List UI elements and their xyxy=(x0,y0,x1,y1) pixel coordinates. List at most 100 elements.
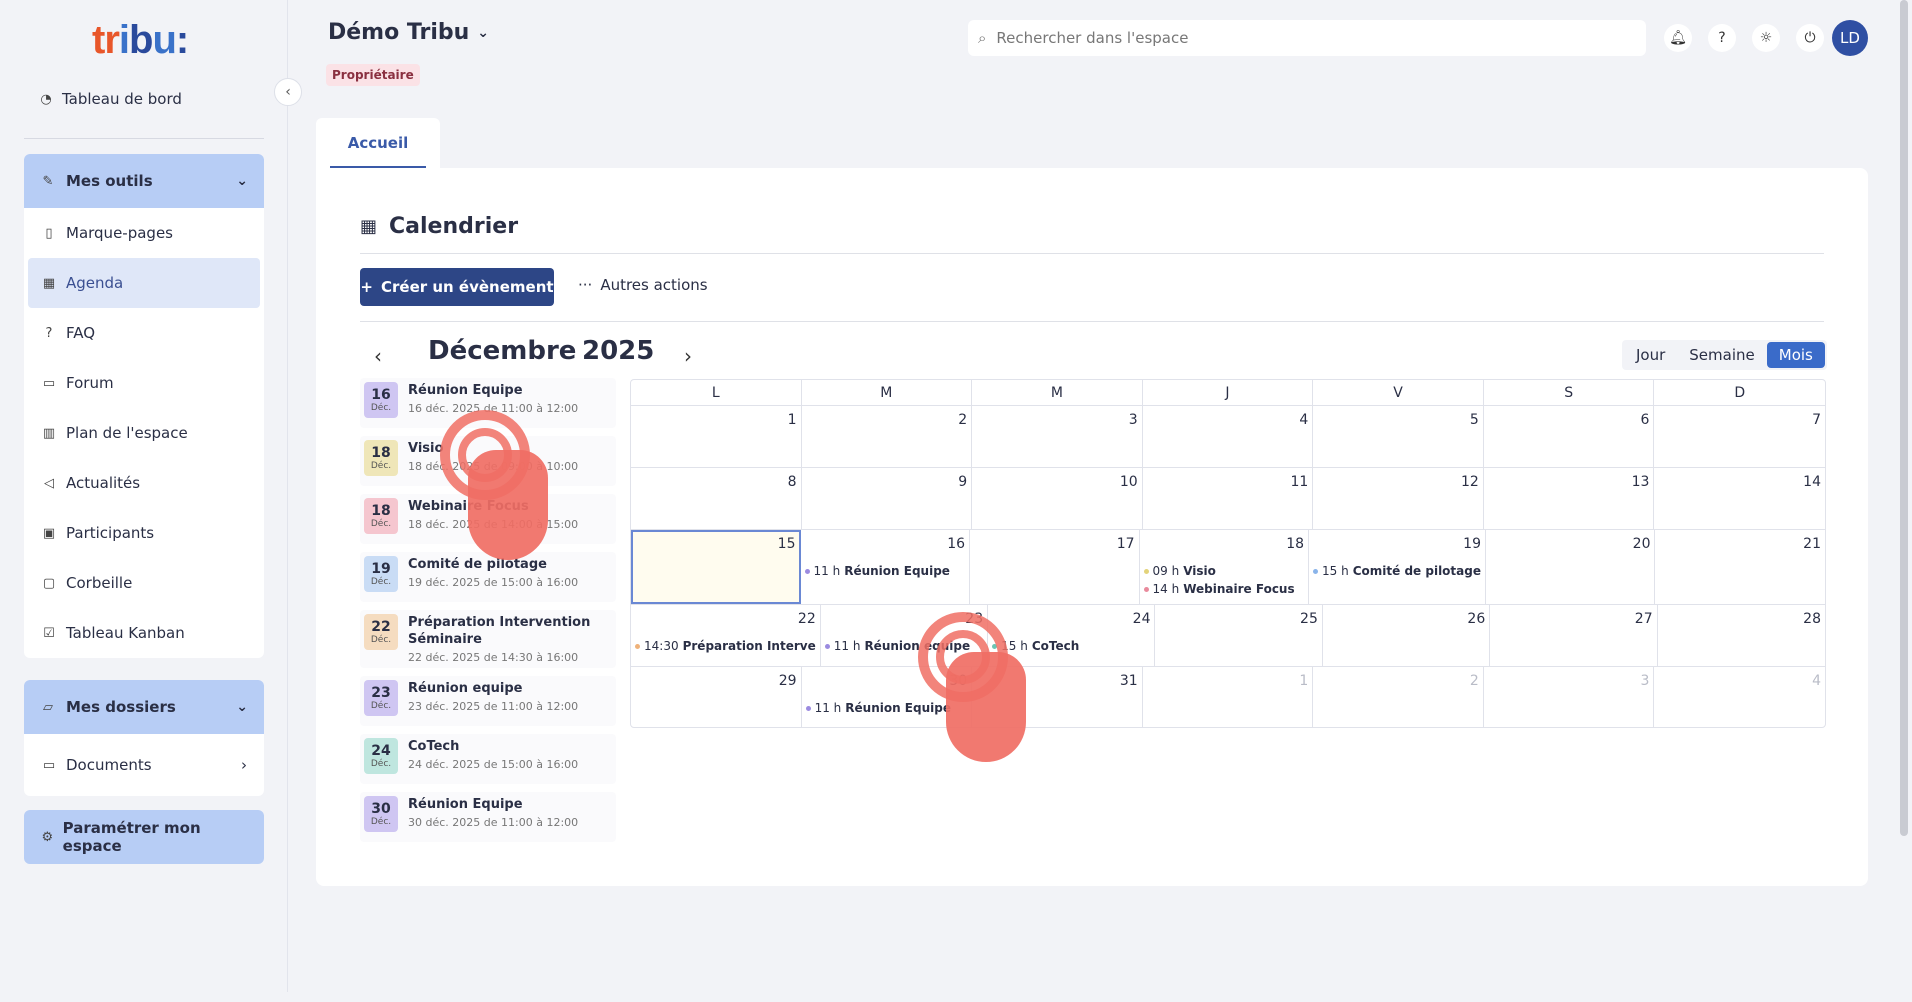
event-title: Préparation Intervention Séminaire xyxy=(408,615,591,647)
bell-icon[interactable]: 🔔︎ xyxy=(1664,24,1692,52)
day-cell[interactable]: 2 xyxy=(802,406,973,467)
day-cell[interactable]: 13 xyxy=(1484,468,1655,529)
theme-icon[interactable]: ☼ xyxy=(1752,24,1780,52)
tribu-logo[interactable]: tribu: xyxy=(92,18,189,63)
day-cell[interactable]: 11 xyxy=(1143,468,1314,529)
day-cell[interactable]: 2 xyxy=(1313,667,1484,727)
event-list-item[interactable]: 18 Déc. Webinaire Focus 18 déc. 2025 de 14:… xyxy=(360,494,616,544)
power-icon[interactable]: ⏻ xyxy=(1796,24,1824,52)
view-month-button[interactable]: Mois xyxy=(1766,342,1825,368)
day-cell[interactable]: 5 xyxy=(1313,406,1484,467)
day-cell[interactable]: 8 xyxy=(631,468,802,529)
other-actions-button[interactable]: ··· Autres actions xyxy=(578,276,708,294)
search-input[interactable]: ⌕ Rechercher dans l'espace xyxy=(968,20,1646,56)
month-label: Décembre xyxy=(428,336,577,366)
sidebar-item-faq[interactable]: ? FAQ xyxy=(24,308,264,358)
sidebar-item-map[interactable]: ▥ Plan de l'espace xyxy=(24,408,264,458)
divider xyxy=(360,321,1824,322)
tools-header[interactable]: ✎ Mes outils ⌄ xyxy=(24,154,264,208)
calendar-icon: ▦ xyxy=(42,275,56,291)
view-week-button[interactable]: Semaine xyxy=(1677,342,1766,368)
calendar-event[interactable]: 14:30 Préparation Interve xyxy=(635,639,816,653)
day-cell[interactable]: 27 xyxy=(1490,605,1658,666)
day-cell[interactable]: 25 xyxy=(1155,605,1323,666)
sidebar-item-documents[interactable]: ▭ Documents › xyxy=(24,734,264,796)
day-cell[interactable]: 22 14:30 Préparation Interve xyxy=(631,605,821,666)
day-cell[interactable]: 12 xyxy=(1313,468,1484,529)
sidebar-item-forum[interactable]: ▭ Forum xyxy=(24,358,264,408)
day-cell[interactable]: 4 xyxy=(1654,667,1825,727)
calendar-event[interactable]: 14 h Webinaire Focus xyxy=(1143,582,1305,596)
day-number: 1 xyxy=(787,412,797,428)
day-cell[interactable]: 3 xyxy=(972,406,1143,467)
event-list-item[interactable]: 16 Déc. Réunion Equipe 16 déc. 2025 de 11:0… xyxy=(360,378,616,428)
day-cell[interactable]: 15 xyxy=(631,530,801,604)
tab-accueil[interactable]: Accueil xyxy=(316,118,440,168)
event-list-item[interactable]: 18 Déc. Visio 18 déc. 2025 de 09:00 à 10:00 xyxy=(360,436,616,486)
sidebar-item-participants[interactable]: ▣ Participants xyxy=(24,508,264,558)
event-dot xyxy=(1313,568,1319,574)
space-title[interactable]: Démo Tribu ⌄ xyxy=(328,20,489,45)
day-cell[interactable]: 6 xyxy=(1484,406,1655,467)
help-icon[interactable]: ? xyxy=(1708,24,1736,52)
sidebar-item-bookmarks[interactable]: ▯ Marque-pages xyxy=(24,208,264,258)
day-cell[interactable]: 29 xyxy=(631,667,802,727)
day-cell[interactable]: 10 xyxy=(972,468,1143,529)
calendar-event[interactable]: 09 h Visio xyxy=(1143,564,1305,578)
day-number: 14 xyxy=(1803,474,1821,490)
sidebar-item-trash[interactable]: ▢ Corbeille xyxy=(24,558,264,608)
event-list-item[interactable]: 23 Déc. Réunion equipe 23 déc. 2025 de 11:0… xyxy=(360,676,616,726)
day-cell[interactable]: 1 xyxy=(631,406,802,467)
calendar-event[interactable]: 11 h Réunion Equipe xyxy=(804,564,966,578)
folders-header[interactable]: ▱ Mes dossiers ⌄ xyxy=(24,680,264,734)
day-cell[interactable]: 18 09 h Visio 14 h Webinaire Focus xyxy=(1140,530,1310,604)
day-cell[interactable]: 24 15 h CoTech xyxy=(988,605,1156,666)
week-row: 22 14:30 Préparation Interve 23 11 h Réunion … xyxy=(631,605,1825,667)
view-day-button[interactable]: Jour xyxy=(1624,342,1677,368)
checkbox-icon: ☑ xyxy=(43,625,55,641)
day-cell[interactable]: 30 11 h Réunion Equipe xyxy=(802,667,973,727)
collapse-sidebar-button[interactable]: ‹ xyxy=(274,78,302,106)
event-list-item[interactable]: 30 Déc. Réunion Equipe 30 déc. 2025 de 11:0… xyxy=(360,792,616,842)
calendar-event[interactable]: 15 h CoTech xyxy=(992,639,1150,653)
day-cell[interactable]: 23 11 h Réunion equipe xyxy=(821,605,989,666)
day-cell[interactable]: 14 xyxy=(1654,468,1825,529)
day-cell[interactable]: 20 xyxy=(1486,530,1656,604)
event-time: 15 h xyxy=(1001,639,1028,653)
day-cell[interactable]: 9 xyxy=(802,468,973,529)
next-month-button[interactable]: › xyxy=(684,344,692,368)
calendar-event[interactable]: 11 h Réunion equipe xyxy=(824,639,983,653)
settings-button[interactable]: ⚙ Paramétrer mon espace xyxy=(24,810,264,864)
day-cell[interactable]: 17 xyxy=(970,530,1140,604)
day-cell[interactable]: 21 xyxy=(1655,530,1825,604)
sidebar-item-news[interactable]: ◁ Actualités xyxy=(24,458,264,508)
day-cell[interactable]: 16 11 h Réunion Equipe xyxy=(801,530,971,604)
bookmark-icon: ▯ xyxy=(45,225,53,241)
calendar-title-text: Calendrier xyxy=(389,214,519,239)
day-cell[interactable]: 26 xyxy=(1323,605,1491,666)
day-cell[interactable]: 19 15 h Comité de pilotage xyxy=(1309,530,1486,604)
sidebar-item-kanban[interactable]: ☑ Tableau Kanban xyxy=(24,608,264,658)
calendar-event[interactable]: 15 h Comité de pilotage xyxy=(1313,564,1481,578)
create-event-button[interactable]: + Créer un évènement xyxy=(360,268,554,306)
day-cell[interactable]: 4 xyxy=(1143,406,1314,467)
day-cell[interactable]: 7 xyxy=(1654,406,1825,467)
event-list-item[interactable]: 22 Déc. Préparation Intervention Séminaire… xyxy=(360,610,616,668)
day-cell[interactable]: 28 xyxy=(1658,605,1825,666)
sidebar-item-dashboard[interactable]: ◔ Tableau de bord xyxy=(38,90,182,108)
scrollbar[interactable] xyxy=(1900,0,1908,836)
event-list-item[interactable]: 24 Déc. CoTech 24 déc. 2025 de 15:00 à 16:0… xyxy=(360,734,616,784)
day-cell[interactable]: 1 xyxy=(1143,667,1314,727)
avatar[interactable]: LD xyxy=(1832,20,1868,56)
event-time: 24 déc. 2025 de 15:00 à 16:00 xyxy=(408,758,579,771)
sidebar-item-label: Marque-pages xyxy=(66,224,173,242)
calendar-event[interactable]: 11 h Réunion Equipe xyxy=(805,701,968,715)
event-list-item[interactable]: 19 Déc. Comité de pilotage 19 déc. 2025 de … xyxy=(360,552,616,602)
day-cell[interactable]: 3 xyxy=(1484,667,1655,727)
date-chip: 18 Déc. xyxy=(364,440,398,476)
prev-month-button[interactable]: ‹ xyxy=(374,344,382,368)
sidebar-item-agenda[interactable]: ▦ Agenda xyxy=(28,258,260,308)
day-cell[interactable]: 31 xyxy=(972,667,1143,727)
calendar-icon: ▦ xyxy=(360,216,378,237)
event-dot xyxy=(1143,586,1149,592)
